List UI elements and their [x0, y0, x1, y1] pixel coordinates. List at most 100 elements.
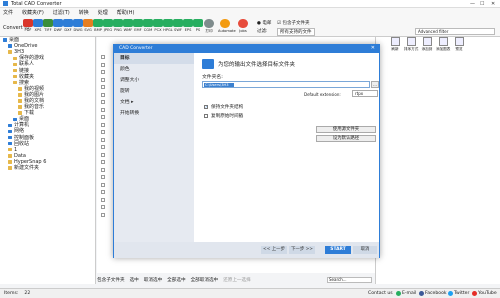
tree-item[interactable]: 新建文件夹	[0, 165, 95, 171]
file-checkbox[interactable]	[101, 167, 105, 172]
menu-convert[interactable]: 转换	[79, 9, 89, 16]
folder-icon	[202, 59, 214, 69]
youtube-link[interactable]: YouTube	[472, 291, 497, 296]
facebook-link[interactable]: Facebook	[419, 291, 447, 296]
folder-tree: 桌面 OneDrive 3H3 保存的游戏 联系人 链接 收藏夹 搜索 我的视频 我的图片 我的文档…	[0, 37, 96, 284]
refresh-icon	[390, 37, 400, 46]
set-default-path-button[interactable]: 设为默认路径	[316, 135, 376, 142]
tree-item-label: 网络	[14, 128, 25, 135]
contact-us-link[interactable]: Contact us	[368, 291, 393, 296]
minimize-button[interactable]: —	[470, 1, 475, 7]
deselect-button[interactable]: 取消选中	[144, 277, 162, 283]
file-checkbox[interactable]	[101, 92, 105, 97]
file-checkbox[interactable]	[101, 190, 105, 194]
print-button[interactable]: 打印	[202, 19, 216, 34]
menu-favorites[interactable]: 收藏夹(F)	[22, 9, 44, 16]
file-checkbox[interactable]	[101, 107, 105, 112]
jobs-icon	[238, 19, 248, 28]
select-button[interactable]: 选中	[130, 277, 139, 283]
include-subfolders-button[interactable]: 包含子文件夹	[97, 277, 125, 283]
file-checkbox[interactable]	[101, 205, 105, 209]
dialog-nav-item[interactable]: 文档 ▸	[114, 97, 194, 108]
folder-icon	[8, 160, 12, 164]
add-chart-button[interactable]: 添加图表	[436, 37, 450, 52]
folder-name-label: 文件夹名:	[202, 75, 223, 80]
menu-filter[interactable]: 过滤(T)	[53, 9, 70, 16]
email-link-status[interactable]: E-mail	[396, 291, 416, 296]
browse-button[interactable]: ...	[371, 81, 379, 88]
file-checkbox[interactable]	[101, 122, 105, 127]
close-button[interactable]: ✕	[491, 1, 495, 7]
default-extension-label: Default extension:	[304, 92, 341, 97]
file-checkbox[interactable]	[101, 182, 105, 187]
add-to-button[interactable]: 添加到	[420, 37, 434, 52]
deselect-all-button[interactable]: 全部取消选中	[191, 277, 219, 283]
folder-icon	[8, 166, 12, 170]
email-link[interactable]: ● 电邮	[257, 20, 271, 26]
file-checkbox[interactable]	[101, 197, 105, 202]
tree-item-label: 搜索	[19, 79, 30, 86]
automate-icon	[220, 19, 230, 28]
dialog-content: 为您的输出文件选择目标文件夹 文件夹名: C:\Users\3H3 ... De…	[194, 53, 381, 250]
file-checkbox[interactable]	[101, 115, 105, 119]
filter-select[interactable]: 所有支持的文件	[277, 28, 315, 36]
dialog-nav-item[interactable]: 颜色	[114, 64, 194, 75]
twitter-link[interactable]: Twitter	[448, 291, 469, 296]
select-all-button[interactable]: 全部选中	[167, 277, 185, 283]
checkbox-unchecked-icon	[204, 114, 208, 118]
refresh-button[interactable]: 刷新	[388, 37, 402, 52]
dialog-close-button[interactable]: ✕	[371, 45, 375, 51]
title-bar: Total CAD Converter — ☐ ✕	[0, 0, 500, 8]
dialog-nav-item[interactable]: 目标	[114, 53, 194, 64]
jobs-button[interactable]: Jobs	[236, 19, 250, 33]
file-checkbox[interactable]	[101, 212, 105, 217]
include-subfolders-toggle[interactable]: ☑ 包含子文件夹	[277, 20, 309, 26]
next-button[interactable]: 下一步 >>	[289, 246, 315, 254]
folder-icon	[18, 105, 22, 109]
maximize-button[interactable]: ☐	[480, 1, 484, 7]
file-checkbox[interactable]	[101, 100, 105, 104]
menu-file[interactable]: 文件	[3, 9, 13, 16]
file-checkbox[interactable]	[101, 70, 105, 74]
dialog-nav-item[interactable]: 旋转	[114, 86, 194, 97]
restore-selection-button[interactable]: 还原上一选择	[223, 277, 251, 283]
folder-icon	[8, 135, 12, 140]
email-icon	[396, 291, 401, 296]
dialog-nav-item[interactable]: 开始转换	[114, 108, 194, 119]
cancel-button[interactable]: 取消	[353, 246, 377, 254]
file-checkbox[interactable]	[101, 62, 105, 67]
menu-help[interactable]: 帮助(H)	[117, 9, 135, 16]
folder-icon	[8, 123, 12, 128]
file-checkbox[interactable]	[101, 152, 105, 157]
folder-icon	[13, 74, 17, 79]
file-checkbox[interactable]	[101, 145, 105, 149]
file-checkbox[interactable]	[101, 160, 105, 164]
preview-button[interactable]: 预览	[452, 37, 466, 52]
window-title: Total CAD Converter	[11, 0, 62, 7]
automate-button[interactable]: Automate	[218, 19, 236, 33]
dialog-nav-item[interactable]: 调整大小	[114, 75, 194, 86]
file-checkbox[interactable]	[101, 77, 105, 82]
start-button[interactable]: START	[325, 246, 351, 254]
sort-icon	[406, 37, 416, 46]
twitter-icon	[448, 291, 453, 296]
back-button[interactable]: << 上一步	[261, 246, 287, 254]
file-checkbox[interactable]	[101, 137, 105, 142]
folder-name-input[interactable]: C:\Users\3H3	[202, 81, 370, 88]
default-extension-input[interactable]: rtpx	[352, 90, 378, 97]
chart-icon	[438, 37, 448, 46]
file-checkbox[interactable]	[101, 130, 105, 134]
file-checkbox[interactable]	[101, 85, 105, 89]
search-input[interactable]: Search...	[327, 277, 372, 283]
file-checkbox[interactable]	[101, 55, 105, 59]
file-checkbox[interactable]	[101, 175, 105, 179]
youtube-icon	[472, 291, 477, 296]
use-source-folder-button[interactable]: 使用源文件夹	[316, 126, 376, 133]
sort-button[interactable]: 排序方式	[404, 37, 418, 52]
copy-timestamp-checkbox[interactable]: 复制原始时间戳	[204, 113, 243, 119]
menu-process[interactable]: 处理	[98, 9, 108, 16]
keep-structure-checkbox[interactable]: ✓ 保持文件夹结构	[204, 104, 243, 110]
printer-icon	[204, 19, 214, 28]
tree-item-label: 联系人	[19, 61, 35, 68]
advanced-filter-input[interactable]: Advanced filter	[415, 28, 495, 35]
